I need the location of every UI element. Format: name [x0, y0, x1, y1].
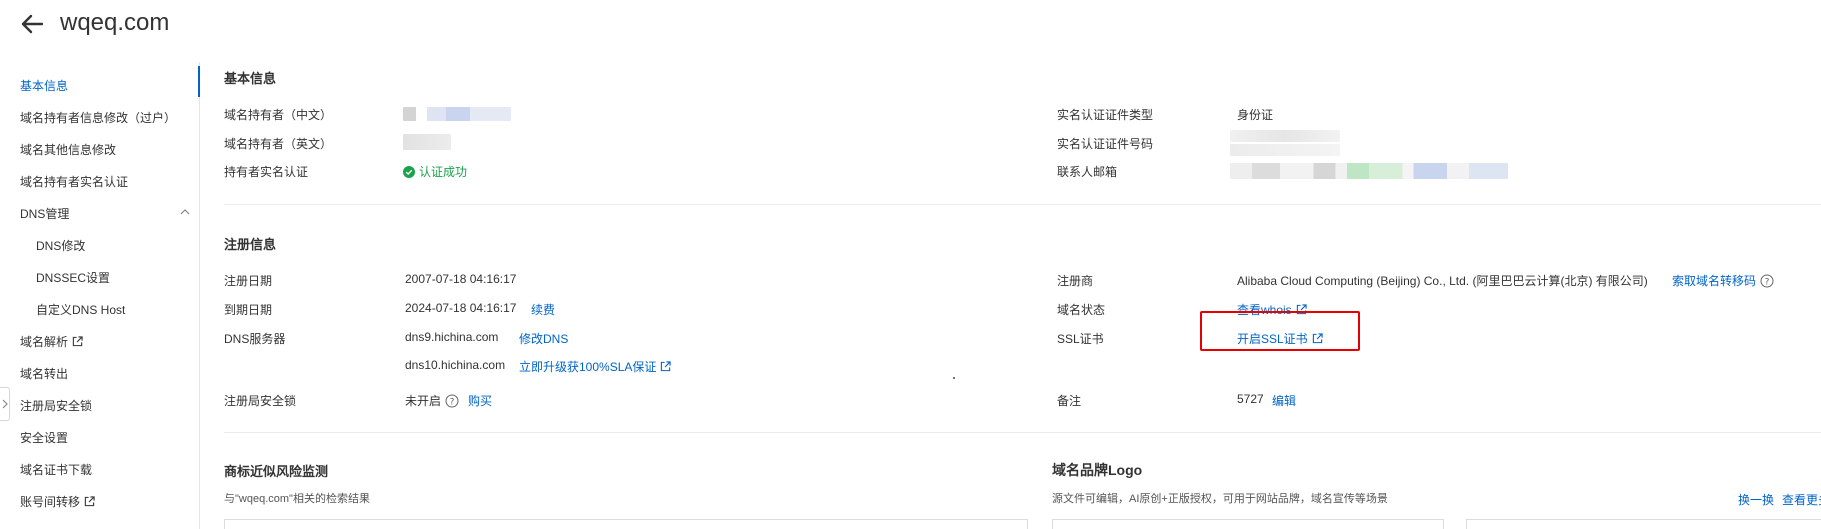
sidebar-item-owner-transfer[interactable]: 域名持有者信息修改（过户）: [20, 109, 176, 126]
dns-server-1: dns9.hichina.com: [405, 330, 499, 344]
divider: [224, 204, 1821, 205]
sidebar-active-indicator: [198, 66, 200, 97]
sidebar-item-custom-dns-host[interactable]: 自定义DNS Host: [36, 301, 125, 318]
sidebar-item-dns-modify[interactable]: DNS修改: [36, 237, 85, 254]
check-circle-icon: [403, 166, 415, 178]
verify-label: 持有者实名认证: [224, 165, 309, 179]
help-icon[interactable]: ?: [445, 394, 459, 408]
help-icon[interactable]: ?: [1760, 274, 1774, 288]
dns-server-2: dns10.hichina.com: [405, 358, 506, 372]
external-link-icon: [661, 361, 672, 372]
edit-remark-link[interactable]: 编辑: [1272, 392, 1296, 409]
logo-card[interactable]: [1052, 519, 1444, 529]
basic-info-title: 基本信息: [224, 71, 277, 86]
divider: [224, 432, 1821, 433]
chevron-up-icon[interactable]: [180, 207, 190, 217]
exp-date-value: 2024-07-18 04:16:17: [405, 301, 517, 315]
exp-date-label: 到期日期: [224, 303, 273, 317]
verify-status-text: 认证成功: [419, 165, 468, 179]
sidebar: [0, 62, 200, 529]
stray-dot: [953, 377, 955, 379]
svg-text:?: ?: [1765, 278, 1770, 288]
sidebar-item-cert-download[interactable]: 域名证书下载: [20, 461, 92, 478]
sidebar-item-other-info[interactable]: 域名其他信息修改: [20, 141, 116, 158]
sidebar-item-registry-lock[interactable]: 注册局安全锁: [20, 397, 92, 414]
sidebar-item-dnssec[interactable]: DNSSEC设置: [36, 269, 110, 286]
cert-type-value: 身份证: [1237, 108, 1274, 122]
buy-lock-link[interactable]: 购买: [468, 392, 492, 409]
transfer-code-text: 索取域名转移码: [1672, 274, 1757, 288]
brand-logo-subtitle: 源文件可编辑，AI原创+正版授权，可用于网站品牌，域名宣传等场景: [1052, 493, 1388, 505]
cert-no-label: 实名认证证件号码: [1057, 137, 1154, 151]
back-arrow-icon[interactable]: [18, 10, 46, 38]
sidebar-collapse-handle[interactable]: [0, 387, 10, 421]
lock-status: 未开启?: [405, 392, 459, 409]
sidebar-item-dns-management[interactable]: DNS管理: [20, 205, 69, 222]
sidebar-item-transfer-out[interactable]: 域名转出: [20, 365, 68, 382]
view-more-link[interactable]: 查看更多: [1782, 491, 1821, 508]
sidebar-item-label: 域名解析: [20, 335, 69, 349]
lock-label: 注册局安全锁: [224, 394, 297, 408]
svg-text:?: ?: [450, 398, 455, 408]
ssl-label: SSL证书: [1057, 332, 1104, 346]
status-label: 域名状态: [1057, 303, 1106, 317]
email-label: 联系人邮箱: [1057, 165, 1118, 179]
redacted-value: [403, 134, 451, 150]
trademark-subtitle: 与"wqeq.com"相关的检索结果: [224, 493, 370, 505]
renew-link[interactable]: 续费: [531, 301, 555, 318]
redacted-value: [1230, 163, 1508, 179]
chevron-right-icon: [2, 399, 8, 409]
sidebar-item-basic-info[interactable]: 基本信息: [20, 77, 68, 94]
swap-link[interactable]: 换一换: [1738, 491, 1774, 508]
logo-card[interactable]: [1466, 519, 1821, 529]
registrar-value: Alibaba Cloud Computing (Beijing) Co., L…: [1237, 274, 1648, 288]
trademark-result-card: [224, 519, 1028, 529]
owner-en-label: 域名持有者（英文）: [224, 137, 333, 151]
upgrade-sla-text: 立即升级获100%SLA保证: [519, 360, 657, 374]
sidebar-item-account-transfer[interactable]: 账号间转移: [20, 493, 95, 510]
external-link-icon: [84, 496, 95, 507]
modify-dns-link[interactable]: 修改DNS: [519, 330, 568, 347]
reg-date-label: 注册日期: [224, 274, 273, 288]
cert-type-label: 实名认证证件类型: [1057, 108, 1154, 122]
ssl-highlight-box: [1200, 311, 1360, 351]
transfer-code-link[interactable]: 索取域名转移码?: [1672, 272, 1774, 289]
page-title: wqeq.com: [60, 9, 170, 36]
brand-logo-title: 域名品牌Logo: [1052, 462, 1143, 478]
external-link-icon: [72, 336, 83, 347]
sidebar-item-dns-resolve[interactable]: 域名解析: [20, 333, 83, 350]
dns-label: DNS服务器: [224, 332, 286, 346]
lock-status-text: 未开启: [405, 394, 442, 408]
remark-label: 备注: [1057, 394, 1082, 408]
verify-status: 认证成功: [403, 163, 467, 180]
registrar-label: 注册商: [1057, 274, 1094, 288]
sidebar-item-security[interactable]: 安全设置: [20, 429, 68, 446]
owner-cn-label: 域名持有者（中文）: [224, 108, 333, 122]
registration-title: 注册信息: [224, 237, 277, 252]
trademark-title: 商标近似风险监测: [224, 464, 329, 479]
sidebar-item-label: 账号间转移: [20, 495, 81, 509]
sidebar-item-real-name[interactable]: 域名持有者实名认证: [20, 173, 128, 190]
reg-date-value: 2007-07-18 04:16:17: [405, 272, 517, 286]
redacted-value: [1230, 144, 1340, 156]
redacted-value: [403, 107, 511, 121]
upgrade-sla-link[interactable]: 立即升级获100%SLA保证: [519, 358, 672, 375]
redacted-value: [1230, 130, 1340, 142]
remark-value: 5727: [1237, 392, 1264, 406]
